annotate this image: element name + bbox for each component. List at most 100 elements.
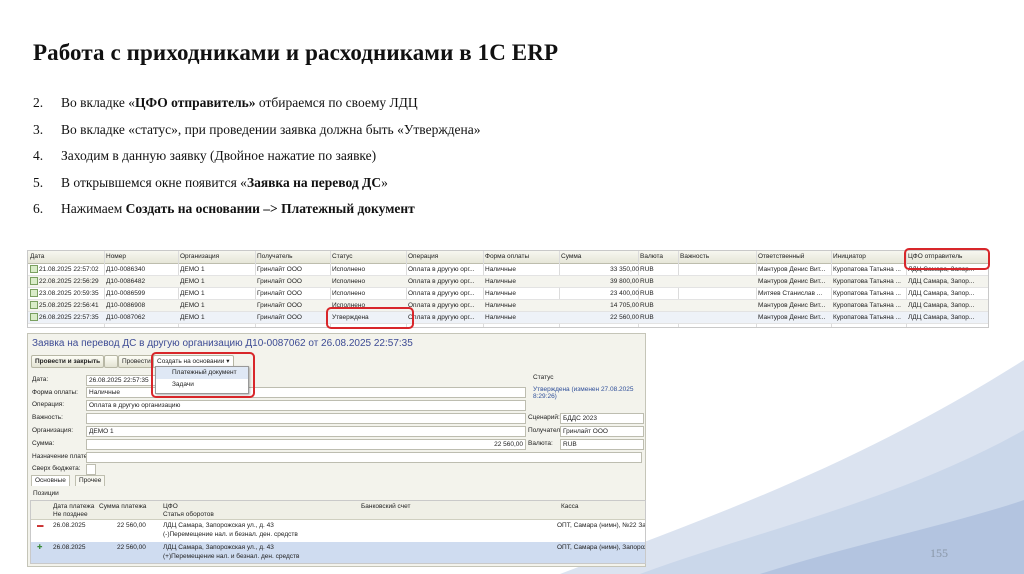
- operation-field[interactable]: Оплата в другую организацию: [86, 400, 526, 411]
- grid-col-header[interactable]: Инициатор: [833, 251, 906, 262]
- slide-title: Работа с приходниками и расходниками в 1…: [33, 40, 559, 65]
- row-kassa: ОПТ, Самара (нимн), №22 Запорож: [557, 522, 646, 529]
- steps-list: 2. Во вкладке «ЦФО отправитель» отбираемс…: [33, 95, 480, 228]
- grid-cell: Куропатова Татьяна ...: [833, 290, 901, 297]
- grid-col-header[interactable]: Форма оплаты: [485, 251, 559, 262]
- grid-cell: Наличные: [485, 266, 516, 273]
- scenario-label: Сценарий:: [528, 414, 560, 421]
- col-payment-sum: Сумма платежа: [99, 503, 147, 510]
- grid-col-header[interactable]: Важность: [680, 251, 756, 262]
- grid-cell: ДЕМО 1: [180, 278, 205, 285]
- grid-cell: Наличные: [485, 290, 516, 297]
- post-button[interactable]: Провести: [118, 355, 155, 368]
- post-and-close-button[interactable]: Провести и закрыть: [31, 355, 105, 368]
- grid-cell: Гринлайт ООО: [257, 314, 302, 321]
- row-sum: 22 560,00: [117, 522, 146, 529]
- row-kassa: ОПТ, Самара (нимн), Запорожская: [557, 544, 645, 551]
- operation-label: Операция:: [32, 401, 65, 408]
- currency-field[interactable]: RUB: [560, 439, 644, 450]
- grid-cell: 25.08.2025 22:56:41: [30, 300, 104, 311]
- grid-col-header[interactable]: Номер: [106, 251, 178, 262]
- step-item: 4. Заходим в данную заявку (Двойное нажат…: [33, 148, 377, 163]
- step-item: 6. Нажимаем Создать на основании –> Плате…: [33, 201, 415, 216]
- grid-cell: RUB: [640, 302, 654, 309]
- grid-col-header[interactable]: Валюта: [640, 251, 678, 262]
- table-row[interactable]: 23.08.2025 20:59:35 Д10-0086599 ДЕМО 1 Грин…: [28, 288, 988, 300]
- grid-cell: Мантуров Денис Вит...: [758, 278, 826, 285]
- grid-col-header[interactable]: Операция: [408, 251, 483, 262]
- grid-cell-date: 25.08.2025 22:56:41: [39, 302, 99, 309]
- grid-cell: ДЕМО 1: [180, 266, 205, 273]
- grid-cell: 22.08.2025 22:56:29: [30, 276, 104, 287]
- over-budget-checkbox[interactable]: [86, 464, 96, 475]
- grid-col-header[interactable]: Дата: [30, 251, 104, 262]
- table-row[interactable]: 26.08.2025 22:57:35 Д10-0087062 ДЕМО 1 Грин…: [28, 312, 988, 324]
- posted-check-icon: [30, 277, 38, 286]
- grid-cell: ЛДЦ Самара, Запор...: [908, 314, 975, 321]
- highlight-create-based-on: [151, 352, 255, 398]
- grid-cell: ЛДЦ Самара, Запор...: [908, 278, 975, 285]
- grid-cell: 21.08.2025 22:57:02: [30, 264, 104, 275]
- step-item: 2. Во вкладке «ЦФО отправитель» отбираемс…: [33, 95, 418, 110]
- status-value: Утверждена (изменен 27.08.2025 8:29:26): [533, 386, 634, 400]
- highlight-cfo-column: [904, 248, 990, 270]
- currency-label: Валюта:: [528, 440, 553, 447]
- grid-cell: Куропатова Татьяна ...: [833, 278, 901, 285]
- grid-col-header[interactable]: Получатель: [257, 251, 330, 262]
- grid-cell: RUB: [640, 290, 654, 297]
- grid-cell: ЛДЦ Самара, Запор...: [908, 290, 975, 297]
- tab-main[interactable]: Основные: [31, 475, 70, 486]
- sum-field[interactable]: 22 560,00: [86, 439, 526, 450]
- plus-icon: ✚: [37, 544, 43, 551]
- grid-col-header[interactable]: Сумма: [561, 251, 639, 262]
- col-kassa: Касса: [561, 503, 579, 510]
- grid-cell: Наличные: [485, 314, 516, 321]
- step-item: 3. Во вкладке «статус», при проведении за…: [33, 121, 481, 137]
- grid-cell: Гринлайт ООО: [257, 290, 302, 297]
- table-row[interactable]: 25.08.2025 22:56:41 Д10-0086908 ДЕМО 1 Грин…: [28, 300, 988, 312]
- save-icon[interactable]: [104, 355, 118, 368]
- organization-label: Организация:: [32, 427, 74, 434]
- grid-col-header[interactable]: Организация: [180, 251, 255, 262]
- importance-label: Важность:: [32, 414, 63, 421]
- grid-cell: Гринлайт ООО: [257, 278, 302, 285]
- posted-check-icon: [30, 289, 38, 298]
- scenario-field[interactable]: БДДС 2023: [560, 413, 644, 424]
- grid-cell: Мантуров Денис Вит...: [758, 266, 826, 273]
- col-bank-account: Банковский счет: [361, 503, 411, 510]
- organization-field[interactable]: ДЕМО 1: [86, 426, 526, 437]
- grid-header: Дата Номер Организация Получатель Статус Опер…: [28, 251, 988, 264]
- table-row[interactable]: ▬ 26.08.2025 22 560,00 ЛДЦ Самара, Запор…: [31, 520, 645, 540]
- date-label: Дата:: [32, 376, 49, 383]
- purpose-field[interactable]: [86, 452, 642, 463]
- grid-cell: Гринлайт ООО: [257, 302, 302, 309]
- grid-cell: Оплата в другую орг...: [408, 314, 475, 321]
- step-item: 5. В открывшемся окне появится «Заявка на…: [33, 174, 388, 190]
- importance-field[interactable]: [86, 413, 526, 424]
- table-row[interactable]: 22.08.2025 22:56:29 Д10-0086482 ДЕМО 1 Грин…: [28, 276, 988, 288]
- table-row[interactable]: ✚ 26.08.2025 22 560,00 ЛДЦ Самара, Запор…: [31, 542, 645, 563]
- table-row[interactable]: 21.08.2025 22:57:02 Д10-0086340 ДЕМО 1 Грин…: [28, 264, 988, 276]
- window-title: Заявка на перевод ДС в другую организаци…: [32, 338, 413, 349]
- grid-cell-date: 21.08.2025 22:57:02: [39, 266, 99, 273]
- posted-check-icon: [30, 301, 38, 310]
- grid-cell: RUB: [640, 314, 654, 321]
- posted-check-icon: [30, 265, 38, 274]
- positions-table[interactable]: Дата платежа Сумма платежа ЦФО Банковски…: [30, 500, 646, 564]
- grid-cell: ДЕМО 1: [180, 314, 205, 321]
- row-cfo: ЛДЦ Самара, Запорожская ул., д. 43: [163, 522, 274, 529]
- tab-other[interactable]: Прочее: [75, 475, 106, 486]
- requests-grid[interactable]: Дата Номер Организация Получатель Статус Опер…: [27, 250, 989, 328]
- grid-cell: 23.08.2025 20:59:35: [30, 288, 104, 299]
- recipient-field[interactable]: Гринлайт ООО: [560, 426, 644, 437]
- grid-col-header[interactable]: Статус: [332, 251, 406, 262]
- grid-cell: Куропатова Татьяна ...: [833, 266, 901, 273]
- grid-cell: 33 350,00: [610, 266, 639, 273]
- over-budget-label: Сверх бюджета:: [32, 465, 81, 472]
- row-date: 26.08.2025: [53, 522, 86, 529]
- grid-cell: Мантуров Денис Вит...: [758, 314, 826, 321]
- grid-col-header[interactable]: Ответственный: [758, 251, 831, 262]
- col-article: Статья оборотов: [163, 511, 214, 518]
- grid-cell: Наличные: [485, 278, 516, 285]
- grid-cell: Мантуров Денис Вит...: [758, 302, 826, 309]
